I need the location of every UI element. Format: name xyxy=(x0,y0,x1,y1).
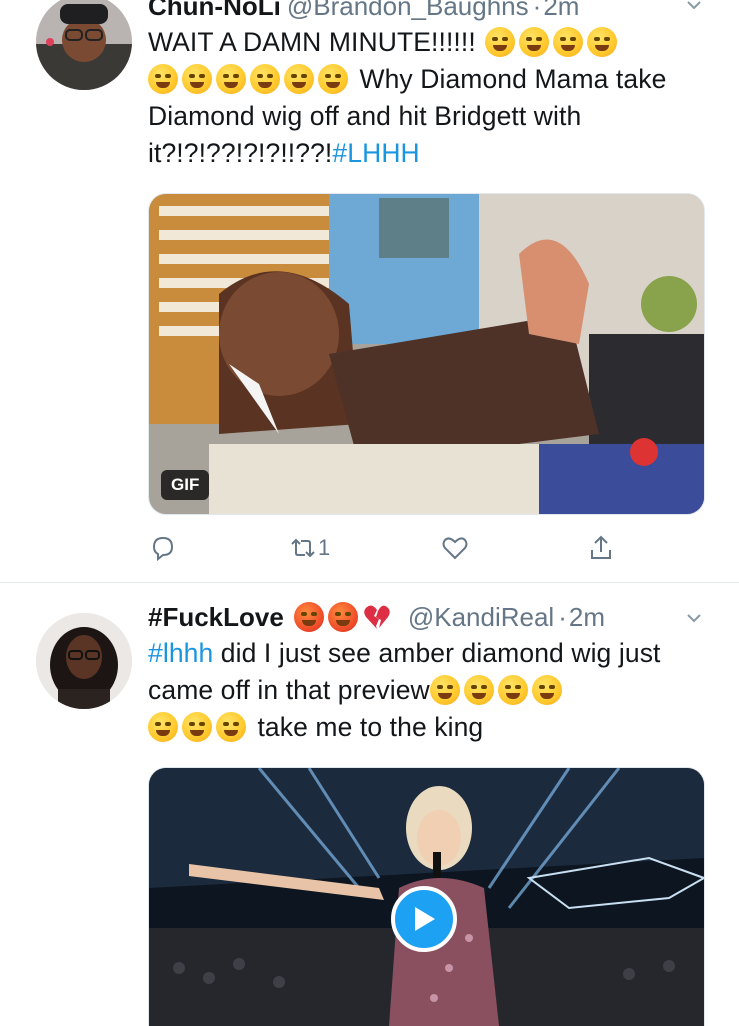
tweet-header: Chun-NoLi @Brandon_Baughns · 2m xyxy=(148,0,699,26)
emoji-group xyxy=(148,712,246,742)
tweet-text: #lhhh did I just see amber diamond wig j… xyxy=(148,635,708,746)
tweet-2[interactable]: #FuckLove @KandiReal · 2m #lhhh did I ju… xyxy=(0,583,739,1026)
tweet-text: WAIT A DAMN MINUTE!!!!!! Why Diamond Mam… xyxy=(148,24,708,172)
rofl-emoji-icon xyxy=(216,712,246,742)
joy-emoji-icon xyxy=(497,675,528,705)
reply-icon xyxy=(152,536,174,562)
reply-button[interactable] xyxy=(148,533,178,563)
gif-media[interactable]: GIF xyxy=(148,193,705,515)
cursing-face-icon xyxy=(327,602,358,632)
user-handle[interactable]: @Brandon_Baughns xyxy=(287,0,529,22)
display-name[interactable]: Chun-NoLi xyxy=(148,0,281,22)
rofl-emoji-icon xyxy=(531,675,562,705)
avatar[interactable] xyxy=(36,613,132,709)
rofl-emoji-icon xyxy=(519,27,550,57)
tweet-1[interactable]: Chun-NoLi @Brandon_Baughns · 2m WAIT A D… xyxy=(0,0,739,580)
rofl-emoji-icon xyxy=(553,27,584,57)
rofl-emoji-icon xyxy=(182,64,212,94)
play-button[interactable] xyxy=(391,886,457,952)
gif-thumbnail xyxy=(149,194,704,514)
tweet-actions: 1 xyxy=(148,533,628,567)
angry-face-icon xyxy=(293,602,324,632)
play-icon xyxy=(415,907,435,931)
tweet-header: #FuckLove @KandiReal · 2m xyxy=(148,597,699,637)
chevron-down-icon[interactable] xyxy=(685,609,703,627)
joy-emoji-icon xyxy=(429,675,460,705)
joy-emoji-icon xyxy=(463,675,494,705)
hashtag-link[interactable]: #lhhh xyxy=(148,638,213,668)
hashtag-link[interactable]: #LHHH xyxy=(332,138,419,168)
share-icon xyxy=(591,535,611,559)
chevron-down-icon[interactable] xyxy=(685,0,703,14)
rofl-emoji-icon xyxy=(148,64,178,94)
tweet-text-part: take me to the king xyxy=(250,712,484,742)
user-handle[interactable]: @KandiReal xyxy=(408,602,554,633)
separator-dot: · xyxy=(532,0,542,21)
rofl-emoji-icon xyxy=(587,27,618,57)
joy-emoji-icon xyxy=(284,64,314,94)
separator-dot: · xyxy=(558,601,567,632)
rofl-emoji-icon xyxy=(318,64,348,94)
emoji-group xyxy=(148,64,348,94)
gif-badge: GIF xyxy=(161,470,210,500)
name-emoji-group xyxy=(293,602,392,632)
joy-emoji-icon xyxy=(216,64,246,94)
display-name[interactable]: #FuckLove xyxy=(148,602,284,633)
share-button[interactable] xyxy=(586,533,616,563)
retweet-count: 1 xyxy=(318,535,331,560)
video-media[interactable] xyxy=(148,767,705,1026)
avatar[interactable] xyxy=(36,0,132,90)
retweet-icon xyxy=(291,538,315,558)
rofl-emoji-icon xyxy=(250,64,280,94)
timestamp[interactable]: 2m xyxy=(543,0,579,22)
retweet-button[interactable]: 1 xyxy=(288,533,330,563)
emoji-group xyxy=(485,27,618,57)
timestamp[interactable]: 2m xyxy=(569,602,605,633)
emoji-group xyxy=(429,675,562,705)
joy-emoji-icon xyxy=(485,27,516,57)
tweet-text-part: did I just see amber diamond wig just ca… xyxy=(148,638,661,705)
rofl-emoji-icon xyxy=(148,712,178,742)
like-button[interactable] xyxy=(440,533,470,563)
broken-heart-icon xyxy=(364,605,390,629)
like-icon xyxy=(442,537,468,560)
tweet-text-part: WAIT A DAMN MINUTE!!!!!! xyxy=(148,27,484,57)
rofl-emoji-icon xyxy=(182,712,212,742)
